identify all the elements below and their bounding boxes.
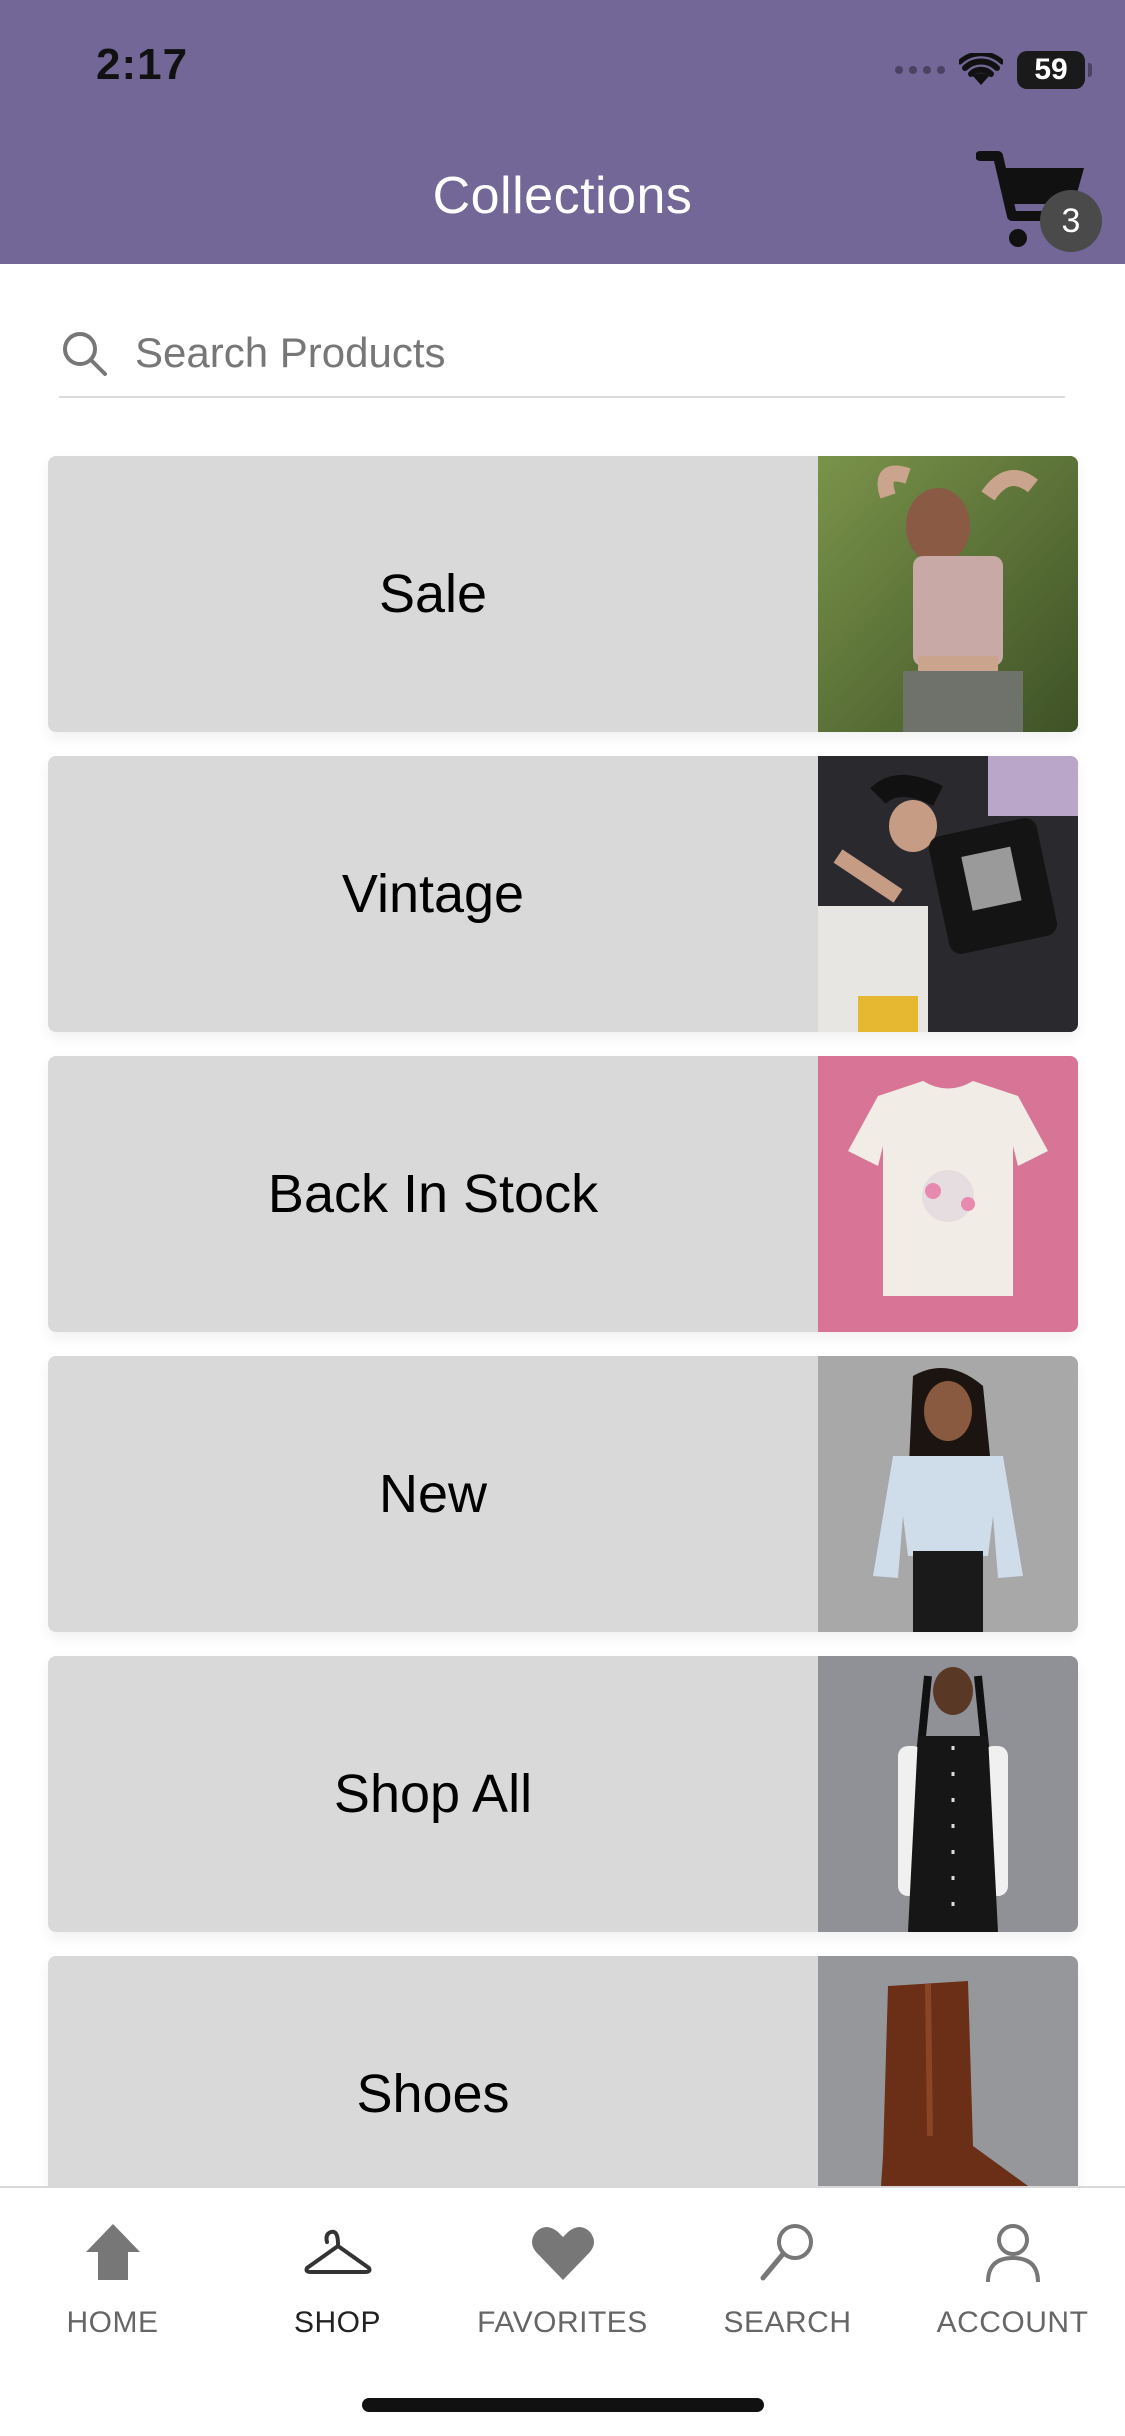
home-icon	[85, 2224, 140, 2280]
search-icon	[63, 332, 107, 376]
battery-level: 59	[1034, 53, 1068, 86]
collection-label: Sale	[378, 564, 488, 624]
tab-label: HOME	[66, 2306, 159, 2339]
collection-label: Back In Stock	[267, 1164, 599, 1224]
tab-account[interactable]: ACCOUNT	[900, 2218, 1125, 2340]
cart-count-badge: 3	[1040, 190, 1102, 252]
collection-card-sale[interactable]: Sale	[48, 456, 1078, 732]
collection-card-back-in-stock[interactable]: Back In Stock	[48, 1056, 1078, 1332]
person-icon	[985, 2224, 1040, 2283]
collection-image-sale	[818, 456, 1078, 732]
app-header: 2:17 59 Collections 3	[0, 0, 1125, 264]
collection-label: Vintage	[341, 864, 525, 924]
tab-label: FAVORITES	[477, 2306, 648, 2339]
wifi-icon	[959, 53, 1003, 85]
collection-image-vintage	[818, 756, 1078, 1032]
collection-label: New	[378, 1464, 488, 1524]
cell-signal-icon	[895, 66, 945, 74]
heart-icon	[531, 2227, 594, 2280]
tab-label: SHOP	[293, 2306, 382, 2339]
tab-home[interactable]: HOME	[0, 2218, 225, 2340]
collection-label: Shop All	[333, 1764, 533, 1824]
tab-label: ACCOUNT	[936, 2306, 1089, 2339]
search-input[interactable]	[135, 329, 1015, 377]
home-indicator[interactable]	[362, 2398, 764, 2412]
collection-image-shop-all	[818, 1656, 1078, 1932]
tab-label: SEARCH	[723, 2306, 852, 2339]
collection-card-new[interactable]: New	[48, 1356, 1078, 1632]
collection-list: Sale Vintage Back In Stock New Shop All …	[48, 456, 1078, 2256]
collection-card-vintage[interactable]: Vintage	[48, 756, 1078, 1032]
page-title: Collections	[432, 167, 693, 225]
tab-shop[interactable]: SHOP	[225, 2218, 450, 2340]
tab-search[interactable]: SEARCH	[675, 2218, 900, 2340]
status-icons: 59	[895, 48, 1092, 92]
collection-image-new	[818, 1356, 1078, 1632]
battery-icon: 59	[1017, 51, 1092, 89]
hanger-icon	[304, 2229, 371, 2274]
collection-image-back-in-stock	[818, 1056, 1078, 1332]
tab-favorites[interactable]: FAVORITES	[450, 2218, 675, 2340]
status-time: 2:17	[96, 40, 189, 89]
collection-card-shop-all[interactable]: Shop All	[48, 1656, 1078, 1932]
search-bar[interactable]	[59, 310, 1065, 398]
search-icon	[760, 2224, 813, 2281]
